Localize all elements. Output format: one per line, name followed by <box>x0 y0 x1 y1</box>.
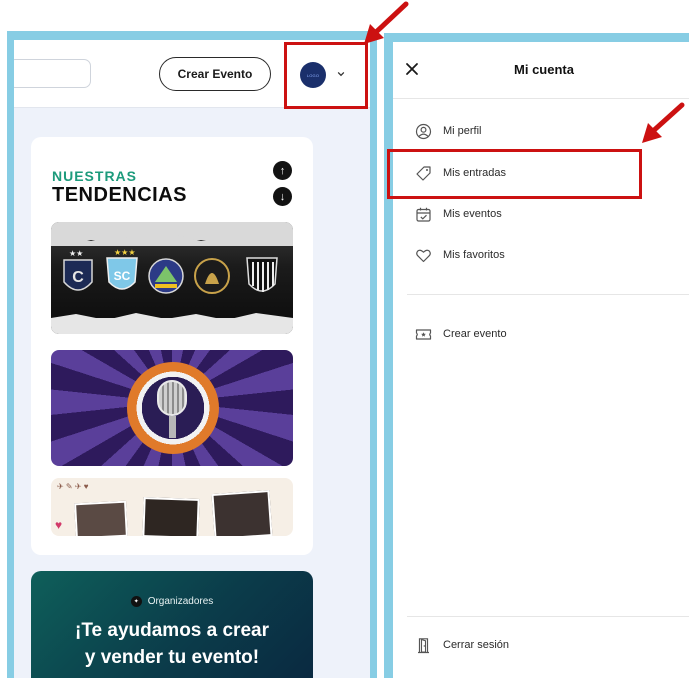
red-arrow-icon <box>364 1 409 44</box>
create-event-button[interactable]: Crear Evento <box>159 57 271 91</box>
microphone-icon <box>157 380 187 416</box>
stadium-crests-illustration: C ★★ SC ★★★ <box>51 222 293 334</box>
organizers-tag: ✦ Organizadores <box>31 596 313 607</box>
menu-item-logout[interactable]: Cerrar sesión <box>415 635 509 655</box>
arrow-down-icon[interactable]: ↓ <box>273 187 292 206</box>
account-menu-header: Mi cuenta <box>393 42 689 99</box>
menu-item-label: Cerrar sesión <box>443 639 510 651</box>
organizers-logo-icon: ✦ <box>130 596 142 607</box>
trends-title: TENDENCIAS <box>52 184 188 206</box>
red-arrow-icon <box>642 102 685 143</box>
door-icon <box>418 637 429 653</box>
lips-icon: ♥ <box>55 518 63 532</box>
doodle-decoration: ✈ ✎ ✈ ♥ <box>57 482 89 491</box>
organizers-title: ¡Te ayudamos a crear y vender tu evento! <box>31 617 313 671</box>
menu-item-my-events[interactable]: Mis eventos <box>415 204 502 224</box>
event-photo <box>211 490 273 536</box>
svg-text:★★★: ★★★ <box>114 248 136 257</box>
trends-title-small: NUESTRAS <box>52 168 138 184</box>
event-photo <box>142 497 200 536</box>
menu-item-my-favorites[interactable]: Mis favoritos <box>415 245 505 265</box>
organizers-title-line2: y vender tu evento! <box>84 647 260 668</box>
microphone-stem <box>169 416 176 438</box>
my-tickets-highlight-box <box>387 149 642 199</box>
user-circle-icon <box>415 123 432 139</box>
menu-item-my-profile[interactable]: Mi perfil <box>415 121 482 141</box>
heart-icon <box>416 249 431 262</box>
home-page-view: Crear Evento LOGO NUESTRAS TENDENCIAS ↑ … <box>14 40 370 678</box>
menu-item-label: Mis eventos <box>443 208 502 220</box>
football-event-banner[interactable]: C ★★ SC ★★★ <box>51 222 293 334</box>
menu-divider <box>407 616 689 617</box>
organizers-tag-label: Organizadores <box>147 596 214 607</box>
organizers-title-line1: ¡Te ayudamos a crear <box>75 620 269 641</box>
menu-item-create-event[interactable]: Crear evento <box>415 324 507 344</box>
svg-text:C: C <box>72 269 84 286</box>
photos-event-banner[interactable]: ✈ ✎ ✈ ♥ ♥ <box>51 478 293 536</box>
svg-text:★★: ★★ <box>69 249 83 258</box>
organizers-card[interactable]: ✦ Organizadores ¡Te ayudamos a crear y v… <box>31 571 313 678</box>
ticket-star-icon <box>415 328 432 340</box>
calendar-check-icon <box>416 207 431 222</box>
arrow-up-icon[interactable]: ↑ <box>273 161 292 180</box>
search-input[interactable] <box>14 59 91 88</box>
menu-item-label: Mis favoritos <box>443 249 505 261</box>
event-photo <box>74 500 128 536</box>
menu-item-label: Crear evento <box>443 328 507 340</box>
svg-text:SC: SC <box>114 269 131 283</box>
avatar-highlight-box <box>284 42 368 109</box>
karaoke-event-banner[interactable] <box>51 350 293 466</box>
menu-divider <box>407 294 689 295</box>
account-menu-title: Mi cuenta <box>514 62 574 77</box>
trends-card: NUESTRAS TENDENCIAS ↑ ↓ C ★★ SC ★★★ ✈ ✎ … <box>31 137 313 555</box>
menu-item-label: Mi perfil <box>443 125 482 137</box>
